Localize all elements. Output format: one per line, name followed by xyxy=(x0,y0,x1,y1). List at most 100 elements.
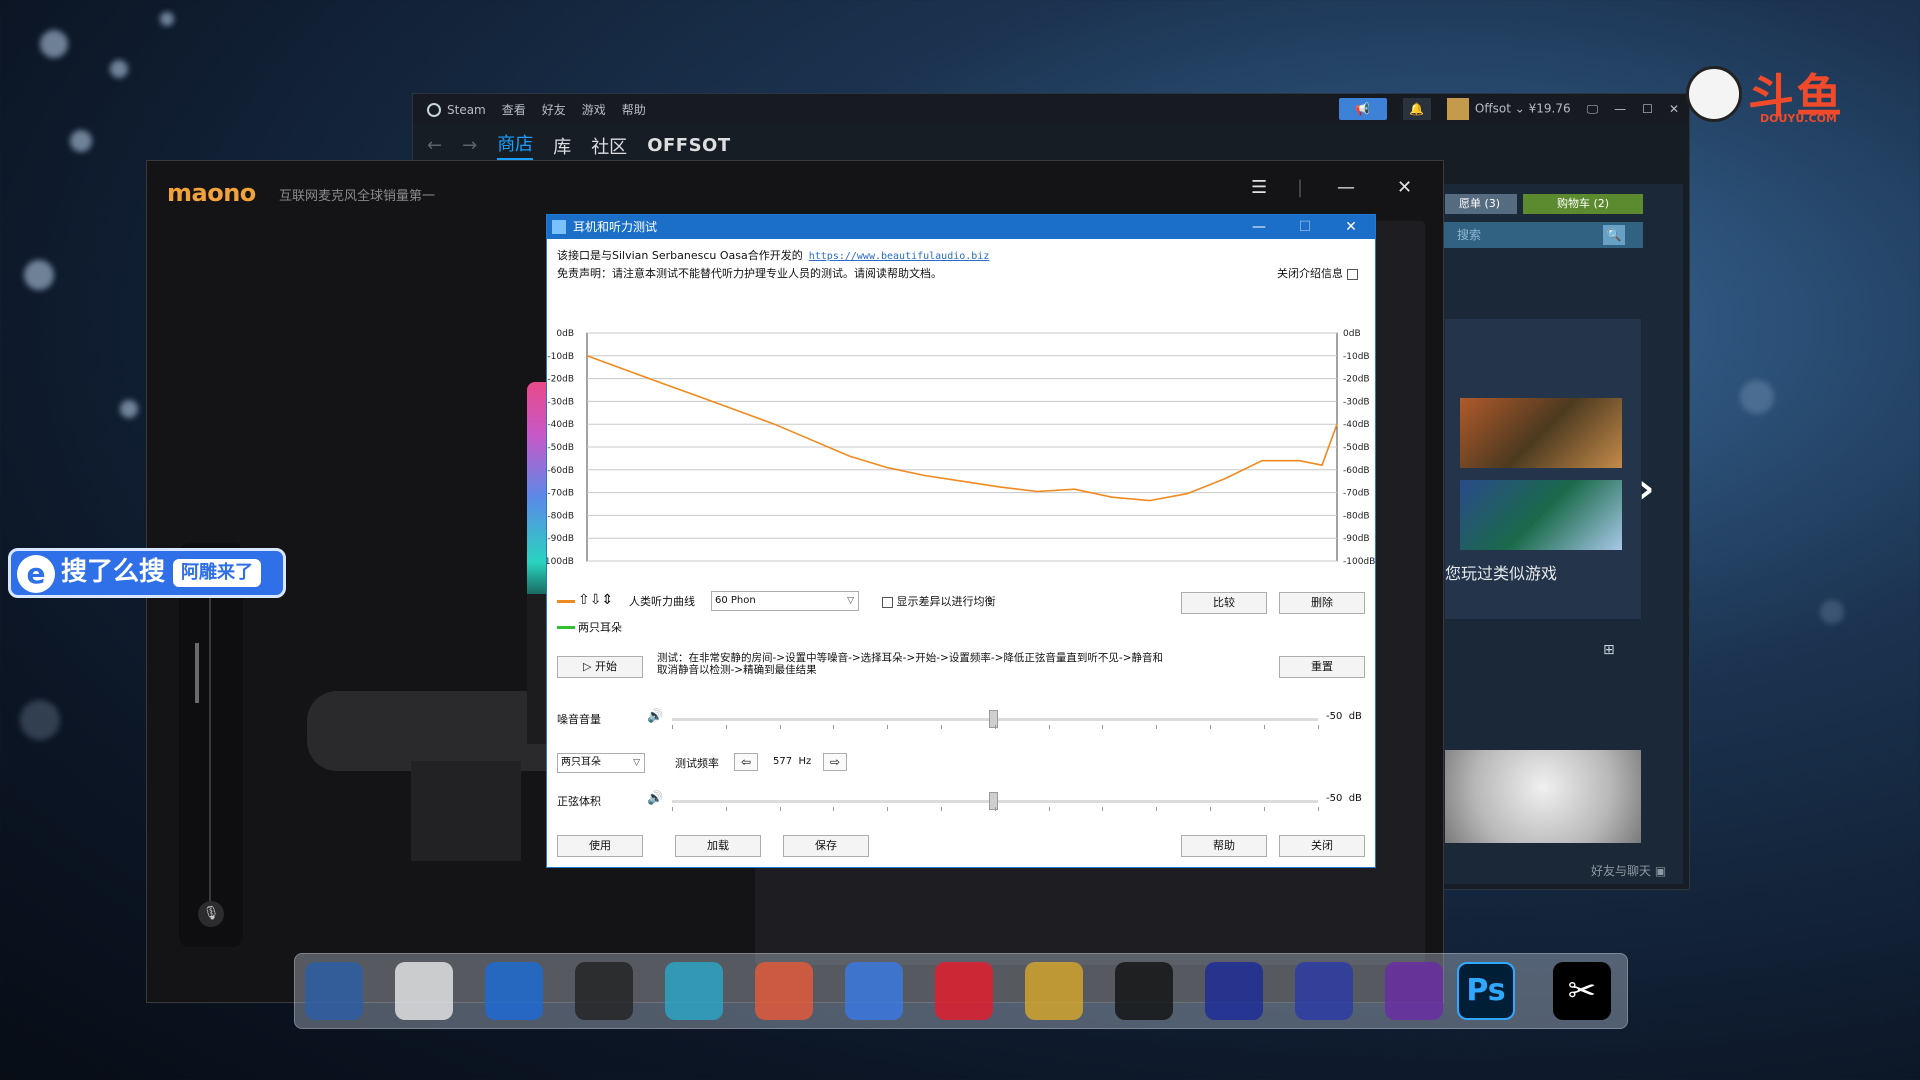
tab-library[interactable]: 库 xyxy=(553,133,571,159)
game-thumbnail[interactable] xyxy=(1460,398,1622,468)
y-tick-label-left: -40dB xyxy=(547,420,574,430)
dock-app-icon[interactable] xyxy=(1385,962,1443,1020)
steam-menu-item[interactable]: 帮助 xyxy=(622,101,646,118)
dock-app-icon[interactable] xyxy=(1295,962,1353,1020)
close-info-checkbox[interactable] xyxy=(1346,268,1358,280)
gain-slider-panel: 🎙 xyxy=(179,543,243,947)
slider-tick xyxy=(1156,725,1158,729)
steam-menu-item[interactable]: Steam xyxy=(427,101,486,118)
search-banner-overlay: e 搜了么搜 阿雕来了 xyxy=(8,548,286,598)
gain-slider-track[interactable] xyxy=(209,563,211,903)
y-tick-label-left: -90dB xyxy=(547,534,574,544)
sine-volume-thumb[interactable] xyxy=(989,792,998,810)
dock-app-icon[interactable] xyxy=(845,962,903,1020)
speaker-icon[interactable]: 🔊 xyxy=(647,709,663,724)
dock-app-icon[interactable] xyxy=(1115,962,1173,1020)
steam-logo-icon xyxy=(427,102,441,117)
dock-app-icon[interactable] xyxy=(305,962,363,1020)
steam-user-menu[interactable]: Offsot ⌄ ¥19.76 xyxy=(1446,98,1571,120)
tab-store[interactable]: 商店 xyxy=(497,130,534,161)
search-icon[interactable]: 🔍 xyxy=(1603,225,1625,245)
minimize-icon[interactable]: — xyxy=(1614,102,1626,116)
sine-unit: dB xyxy=(1348,793,1362,804)
use-button[interactable]: 使用 xyxy=(557,835,643,857)
show-diff-checkbox[interactable] xyxy=(882,596,893,608)
taskbar-dock: Ps ✂ xyxy=(294,953,1628,1029)
slider-tick xyxy=(1263,807,1265,811)
info-link[interactable]: https://www.beautifulaudio.biz xyxy=(809,251,990,262)
maximize-icon[interactable]: ☐ xyxy=(1642,102,1653,116)
photoshop-app-icon[interactable]: Ps xyxy=(1457,962,1515,1020)
gain-slider-handle[interactable] xyxy=(195,643,199,703)
minimize-icon[interactable]: — xyxy=(1337,177,1355,198)
chat-icon: ▣ xyxy=(1654,864,1667,878)
chevron-down-icon: ▽ xyxy=(633,758,640,768)
phon-select[interactable]: 60 Phon ▽ xyxy=(711,591,859,611)
speaker-icon[interactable]: 🔊 xyxy=(647,791,663,806)
menu-icon[interactable]: ☰ xyxy=(1251,177,1267,198)
noise-volume-label: 噪音音量 xyxy=(557,713,601,726)
save-button[interactable]: 保存 xyxy=(783,835,869,857)
slider-tick xyxy=(833,807,835,811)
both-ears-swatch xyxy=(557,626,575,629)
steam-menu-item[interactable]: 好友 xyxy=(542,101,566,118)
dock-app-icon[interactable] xyxy=(1025,962,1083,1020)
reset-button[interactable]: 重置 xyxy=(1279,656,1365,678)
close-button[interactable]: 关闭 xyxy=(1279,835,1365,857)
game-thumbnail[interactable] xyxy=(1445,750,1641,843)
test-freq-label: 测试频率 xyxy=(675,757,719,770)
freq-decrease-arrow-icon[interactable]: ⇦ xyxy=(734,753,758,771)
load-button[interactable]: 加载 xyxy=(675,835,761,857)
tab-profile[interactable]: OFFSOT xyxy=(647,135,730,156)
dock-app-icon[interactable] xyxy=(575,962,633,1020)
freq-increase-arrow-icon[interactable]: ⇨ xyxy=(823,753,847,771)
close-icon[interactable]: ✕ xyxy=(1329,215,1373,239)
start-button[interactable]: ▷ 开始 xyxy=(557,656,643,678)
help-button[interactable]: 帮助 xyxy=(1181,835,1267,857)
close-info-toggle[interactable]: 关闭介绍信息 xyxy=(1277,265,1358,281)
slider-tick xyxy=(1048,807,1050,811)
show-diff-toggle[interactable]: 显示差异以进行均衡 xyxy=(882,593,996,609)
dock-app-icon[interactable] xyxy=(395,962,453,1020)
dock-app-icon[interactable] xyxy=(1205,962,1263,1020)
dock-app-icon[interactable] xyxy=(755,962,813,1020)
noise-unit: dB xyxy=(1348,711,1362,722)
y-tick-label-right: -20dB xyxy=(1343,375,1370,385)
dock-app-icon[interactable] xyxy=(935,962,993,1020)
slider-tick xyxy=(833,725,835,729)
tab-community[interactable]: 社区 xyxy=(591,133,627,159)
steam-nav: ← → 商店 库 社区 OFFSOT xyxy=(427,130,731,161)
slider-tick xyxy=(779,807,781,811)
steam-titlebar-right: 📢 🔔 Offsot ⌄ ¥19.76 🖵 — ☐ ✕ xyxy=(1338,98,1679,120)
dialog-titlebar: 耳机和听力测试 — ☐ ✕ xyxy=(547,215,1375,239)
steam-menu-item[interactable]: 查看 xyxy=(502,101,526,118)
bell-icon[interactable]: 🔔 xyxy=(1402,98,1431,120)
close-icon[interactable]: ✕ xyxy=(1397,177,1412,198)
wishlist-button[interactable]: 愿单 (3) xyxy=(1445,194,1517,214)
search-banner-text: 搜了么搜 xyxy=(61,557,166,587)
close-icon[interactable]: ✕ xyxy=(1669,102,1679,116)
y-tick-label-right: -10dB xyxy=(1343,352,1370,362)
megaphone-icon[interactable]: 📢 xyxy=(1338,98,1387,120)
monitor-icon[interactable]: 🖵 xyxy=(1587,102,1599,117)
forward-arrow-icon[interactable]: → xyxy=(462,135,477,156)
slider-tick xyxy=(887,725,889,729)
capcut-app-icon[interactable]: ✂ xyxy=(1553,962,1611,1020)
dock-app-icon[interactable] xyxy=(485,962,543,1020)
steam-menu-item[interactable]: 游戏 xyxy=(582,101,606,118)
delete-button[interactable]: 删除 xyxy=(1279,592,1365,614)
douyu-watermark-url: DOUYU.COM xyxy=(1760,112,1837,125)
dock-app-icon[interactable] xyxy=(665,962,723,1020)
freq-unit: Hz xyxy=(798,756,812,767)
compare-button[interactable]: 比较 xyxy=(1181,592,1267,614)
back-arrow-icon[interactable]: ← xyxy=(427,135,442,156)
game-thumbnail[interactable] xyxy=(1460,480,1622,550)
minimize-icon[interactable]: — xyxy=(1237,215,1281,239)
cart-button[interactable]: 购物车 (2) xyxy=(1523,194,1643,214)
microphone-icon[interactable]: 🎙 xyxy=(198,901,224,927)
noise-volume-thumb[interactable] xyxy=(989,710,998,728)
ear-select[interactable]: 两只耳朵 ▽ xyxy=(557,753,645,773)
curve-move-arrows-icon[interactable]: ⇧⇩⇕ xyxy=(578,592,613,608)
friends-chat-button[interactable]: 好友与聊天 ▣ xyxy=(1591,862,1666,879)
carousel-next-icon[interactable]: › xyxy=(1638,466,1654,512)
